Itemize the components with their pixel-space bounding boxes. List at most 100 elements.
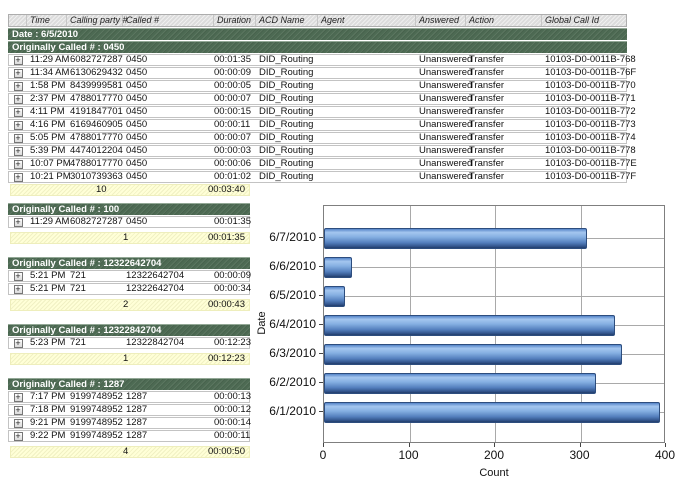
- cell-agent: [318, 133, 416, 143]
- summary-count: 1: [123, 354, 128, 364]
- call-report-page: TimeCalling party #Called #DurationACD N…: [0, 0, 676, 485]
- expand-plus-icon[interactable]: [14, 285, 23, 294]
- call-row[interactable]: 10:07 PM4788017770045000:00:06DID_Routin…: [8, 158, 627, 170]
- expand-plus-icon[interactable]: [14, 432, 23, 441]
- call-row[interactable]: 11:29 AM6082727287045000:01:35: [8, 216, 250, 228]
- call-row[interactable]: 11:34 AM6130629432045000:00:09DID_Routin…: [8, 67, 627, 79]
- summary-count: 2: [123, 300, 128, 310]
- cell-time: 9:21 PM: [27, 418, 67, 428]
- expand-cell: [9, 418, 27, 428]
- chart-bar: [324, 228, 587, 249]
- cell-duration: 00:12:23: [214, 338, 251, 348]
- gridline: [324, 296, 664, 297]
- cell-called: 0450: [123, 55, 214, 65]
- column-header-called: Called #: [123, 15, 214, 26]
- call-row[interactable]: 7:18 PM9199748952128700:00:12: [8, 404, 250, 416]
- call-row[interactable]: 11:29 AM6082727287045000:01:35DID_Routin…: [8, 54, 627, 66]
- expand-cell: [9, 271, 27, 281]
- expand-plus-icon[interactable]: [14, 272, 23, 281]
- call-row[interactable]: 4:11 PM4191847701045000:00:15DID_Routing…: [8, 106, 627, 118]
- cell-calling: 721: [67, 284, 123, 294]
- cell-global: 10103-D0-0011B-774: [542, 133, 628, 143]
- expand-cell: [9, 55, 27, 65]
- cell-called: 0450: [123, 94, 214, 104]
- expand-cell: [9, 392, 27, 402]
- expand-cell: [9, 405, 27, 415]
- cell-called: 12322642704: [123, 284, 214, 294]
- expand-plus-icon[interactable]: [14, 147, 23, 156]
- cell-answered: Unanswered: [416, 94, 466, 104]
- expand-plus-icon[interactable]: [14, 95, 23, 104]
- cell-time: 10:21 PM: [27, 172, 67, 182]
- cell-global: 10103-D0-0011B-773: [542, 120, 628, 130]
- cell-calling: 6130629432: [67, 68, 123, 78]
- cell-action: Transfer: [466, 68, 542, 78]
- call-row[interactable]: 9:22 PM9199748952128700:00:11: [8, 430, 250, 442]
- expand-plus-icon[interactable]: [14, 108, 23, 117]
- expand-cell: [9, 159, 27, 169]
- call-row[interactable]: 5:23 PM7211232284270400:12:23: [8, 337, 250, 349]
- call-row[interactable]: 5:21 PM7211232264270400:00:09: [8, 270, 250, 282]
- call-row[interactable]: 9:21 PM9199748952128700:00:14: [8, 417, 250, 429]
- y-axis-tick: [319, 382, 323, 383]
- cell-acd: DID_Routing: [256, 146, 318, 156]
- cell-time: 5:39 PM: [27, 146, 67, 156]
- call-row[interactable]: 2:37 PM4788017770045000:00:07DID_Routing…: [8, 93, 627, 105]
- cell-global: 10103-D0-0011B-77F: [542, 172, 628, 182]
- cell-called: 1287: [123, 405, 214, 415]
- call-row[interactable]: 5:21 PM7211232264270400:00:34: [8, 283, 250, 295]
- cell-called: 1287: [123, 418, 214, 428]
- cell-called: 0450: [123, 81, 214, 91]
- called-group-section: Originally Called # : 12877:17 PM9199748…: [8, 378, 250, 458]
- cell-answered: Unanswered: [416, 55, 466, 65]
- group-summary-row: 400:00:50: [10, 446, 250, 458]
- called-group-header: Originally Called # : 1287: [8, 378, 250, 390]
- y-axis-label: 6/3/2010: [250, 346, 316, 360]
- expand-cell: [9, 120, 27, 130]
- expand-plus-icon[interactable]: [14, 393, 23, 402]
- expand-plus-icon[interactable]: [14, 218, 23, 227]
- cell-calling: 4788017770: [67, 94, 123, 104]
- y-axis-tick: [319, 266, 323, 267]
- column-header-calling-party: Calling party #: [67, 15, 123, 26]
- cell-calling: 721: [67, 271, 123, 281]
- expand-plus-icon[interactable]: [14, 121, 23, 130]
- cell-duration: 00:00:07: [214, 133, 256, 143]
- call-row[interactable]: 10:21 PM3010739363045000:01:02DID_Routin…: [8, 171, 627, 183]
- column-header-action: Action: [466, 15, 542, 26]
- expand-plus-icon[interactable]: [14, 56, 23, 65]
- cell-calling: 6082727287: [67, 217, 123, 227]
- expand-plus-icon[interactable]: [14, 173, 23, 182]
- cell-agent: [318, 107, 416, 117]
- group-summary-row: 100:12:23: [10, 353, 250, 365]
- call-row[interactable]: 5:39 PM4474012204045000:00:03DID_Routing…: [8, 145, 627, 157]
- cell-calling: 9199748952: [67, 418, 123, 428]
- call-row[interactable]: 7:17 PM9199748952128700:00:13: [8, 391, 250, 403]
- summary-count: 1: [123, 233, 128, 243]
- cell-answered: Unanswered: [416, 68, 466, 78]
- cell-time: 11:29 AM: [27, 217, 67, 227]
- call-row[interactable]: 1:58 PM8439999581045000:00:05DID_Routing…: [8, 80, 627, 92]
- x-axis-tick-label: 400: [655, 448, 675, 462]
- cell-duration: 00:00:13: [214, 392, 251, 402]
- cell-answered: Unanswered: [416, 120, 466, 130]
- cell-called: 0450: [123, 133, 214, 143]
- expand-plus-icon[interactable]: [14, 134, 23, 143]
- expand-plus-icon[interactable]: [14, 406, 23, 415]
- expand-plus-icon[interactable]: [14, 69, 23, 78]
- expand-plus-icon[interactable]: [14, 82, 23, 91]
- cell-time: 5:21 PM: [27, 284, 67, 294]
- cell-calling: 6082727287: [67, 55, 123, 65]
- expand-cell: [9, 431, 27, 441]
- cell-answered: Unanswered: [416, 146, 466, 156]
- expand-cell: [9, 133, 27, 143]
- expand-plus-icon[interactable]: [14, 419, 23, 428]
- cell-duration: 00:00:05: [214, 81, 256, 91]
- expand-plus-icon[interactable]: [14, 339, 23, 348]
- call-row[interactable]: 5:05 PM4788017770045000:00:07DID_Routing…: [8, 132, 627, 144]
- cell-calling: 721: [67, 338, 123, 348]
- x-axis-tick-label: 0: [320, 448, 327, 462]
- expand-plus-icon[interactable]: [14, 160, 23, 169]
- cell-agent: [318, 159, 416, 169]
- call-row[interactable]: 4:16 PM6169460905045000:00:11DID_Routing…: [8, 119, 627, 131]
